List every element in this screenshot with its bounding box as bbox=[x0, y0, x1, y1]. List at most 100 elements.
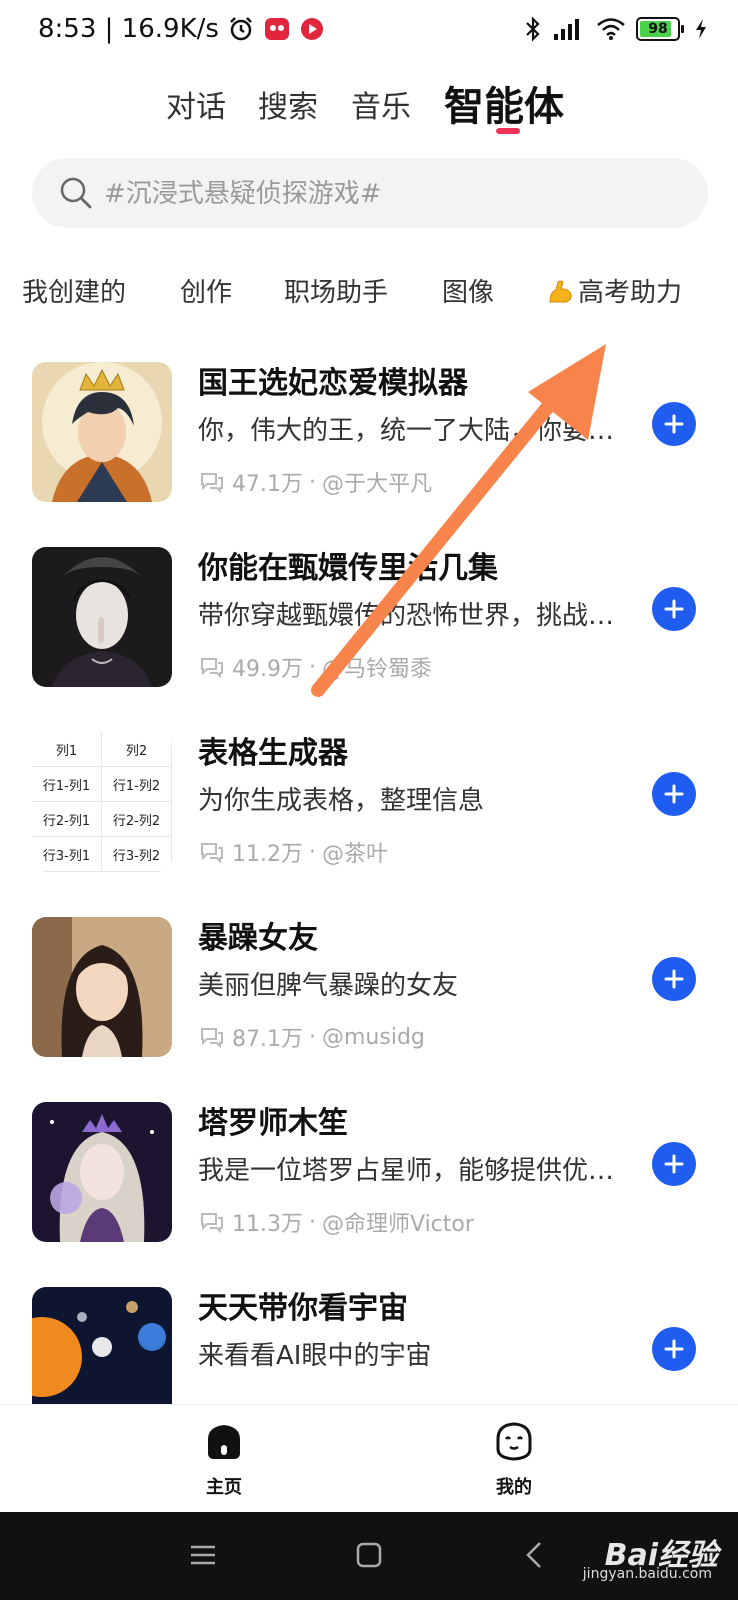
agent-title: 暴躁女友 bbox=[198, 921, 318, 956]
charging-icon bbox=[696, 19, 706, 39]
add-agent-button[interactable] bbox=[652, 1142, 696, 1186]
plus-icon bbox=[664, 784, 684, 804]
category-gaokao[interactable]: 高考助力 bbox=[546, 272, 682, 309]
home-icon bbox=[208, 1425, 240, 1459]
bottom-nav: 主页 我的 bbox=[0, 1404, 738, 1513]
chat-bubble-icon bbox=[201, 843, 223, 864]
table-thumbnail: 列1 列2 行1-列1 行1-列2 行2-列1 行2-列2 行3-列1 行3-列… bbox=[32, 732, 172, 872]
agent-author: @命理师Victor bbox=[322, 1212, 474, 1237]
tab-agents[interactable]: 智能体 bbox=[444, 74, 564, 132]
chat-bubble-icon bbox=[201, 658, 223, 679]
nav-mine-label: 我的 bbox=[496, 1477, 532, 1498]
add-agent-button[interactable] bbox=[652, 402, 696, 446]
agent-author: @musidg bbox=[322, 1024, 425, 1050]
agent-description: 美丽但脾气暴躁的女友 bbox=[198, 971, 459, 1001]
agent-avatar bbox=[32, 1102, 172, 1242]
status-bar: 8:53 | 16.9K/s 98 bbox=[0, 0, 738, 64]
chat-bubble-icon bbox=[201, 1028, 223, 1049]
agent-item-universe[interactable]: 天天带你看宇宙 来看看AI眼中的宇宙 bbox=[0, 1275, 738, 1404]
agent-avatar bbox=[32, 917, 172, 1057]
agent-title: 表格生成器 bbox=[198, 736, 348, 771]
profile-face-icon bbox=[496, 1422, 532, 1461]
status-right: 98 bbox=[524, 16, 708, 42]
back-chevron-icon[interactable] bbox=[520, 1540, 550, 1570]
table-cell: 行1-列2 bbox=[102, 767, 172, 802]
system-nav-bar: Bai经验 jingyan.baidu.com bbox=[0, 1512, 738, 1600]
usage-count: 47.1万 bbox=[232, 472, 303, 497]
agent-item-grumpy-girlfriend[interactable]: 暴躁女友 美丽但脾气暴躁的女友 87.1万 · @musidg bbox=[0, 905, 738, 1075]
agent-description: 来看看AI眼中的宇宙 bbox=[198, 1341, 432, 1371]
status-time-speed: 8:53 | 16.9K/s bbox=[38, 14, 219, 44]
agent-meta: 11.2万 · @茶叶 bbox=[198, 836, 388, 868]
usage-count: 87.1万 bbox=[232, 1027, 303, 1052]
agent-meta: 11.3万 · @命理师Victor bbox=[198, 1206, 474, 1238]
usage-count: 11.2万 bbox=[232, 842, 303, 867]
bluetooth-icon bbox=[526, 16, 540, 42]
search-icon bbox=[60, 177, 92, 209]
alarm-icon bbox=[230, 17, 252, 41]
top-tabs: 对话 搜索 音乐 智能体 bbox=[0, 72, 738, 142]
search-bar[interactable] bbox=[32, 158, 708, 230]
category-tabs: 我创建的 创作 职场助手 图像 高考助力 bbox=[0, 266, 738, 316]
agent-item-king-romance[interactable]: 国王选妃恋爱模拟器 你，伟大的王，统一了大陆，你要选出你的王妃… 47.1万 ·… bbox=[0, 350, 738, 520]
flexed-biceps-icon bbox=[549, 280, 572, 303]
add-agent-button[interactable] bbox=[652, 957, 696, 1001]
agent-title: 你能在甄嬛传里活几集 bbox=[198, 551, 498, 586]
plus-icon bbox=[664, 599, 684, 619]
agent-item-table-generator[interactable]: 列1 列2 行1-列1 行1-列2 行2-列1 行2-列2 行3-列1 行3-列… bbox=[0, 720, 738, 890]
video-app-icon bbox=[300, 18, 323, 40]
table-cell: 行2-列2 bbox=[102, 802, 172, 837]
add-agent-button[interactable] bbox=[652, 587, 696, 631]
agent-list: 国王选妃恋爱模拟器 你，伟大的王，统一了大陆，你要选出你的王妃… 47.1万 ·… bbox=[0, 350, 738, 1404]
nav-mine[interactable]: 我的 bbox=[454, 1419, 574, 1499]
agent-author: @于大平凡 bbox=[322, 472, 433, 497]
table-cell: 列2 bbox=[102, 732, 172, 767]
agent-description: 我是一位塔罗占星师，能够提供优质的塔罗解读 bbox=[198, 1156, 640, 1186]
tab-music[interactable]: 音乐 bbox=[351, 82, 411, 126]
agent-meta: 87.1万 · @musidg bbox=[198, 1021, 425, 1053]
add-agent-button[interactable] bbox=[652, 1327, 696, 1371]
agent-meta: 47.1万 · @于大平凡 bbox=[198, 466, 432, 498]
table-cell: 行3-列1 bbox=[32, 837, 102, 872]
agent-item-zhenhuan[interactable]: 你能在甄嬛传里活几集 带你穿越甄嬛传的恐怖世界，挑战生存极限 49.9万 · @… bbox=[0, 535, 738, 705]
table-cell: 行3-列2 bbox=[102, 837, 172, 872]
agent-description: 你，伟大的王，统一了大陆，你要选出你的王妃… bbox=[198, 416, 640, 446]
category-creation[interactable]: 创作 bbox=[180, 272, 232, 309]
agent-item-tarot-reader[interactable]: 塔罗师木笙 我是一位塔罗占星师，能够提供优质的塔罗解读 11.3万 · @命理师… bbox=[0, 1090, 738, 1260]
chat-bubble-icon bbox=[201, 1213, 223, 1234]
agent-description: 带你穿越甄嬛传的恐怖世界，挑战生存极限 bbox=[198, 601, 640, 631]
home-square-icon[interactable] bbox=[354, 1540, 384, 1570]
plus-icon bbox=[664, 1154, 684, 1174]
agent-avatar bbox=[32, 547, 172, 687]
tab-chat[interactable]: 对话 bbox=[166, 82, 226, 126]
app-notification-icon bbox=[264, 18, 289, 40]
category-gaokao-label: 高考助力 bbox=[578, 278, 683, 308]
nav-home-label: 主页 bbox=[206, 1477, 242, 1498]
table-cell: 行1-列1 bbox=[32, 767, 102, 802]
battery-indicator: 98 bbox=[636, 17, 684, 41]
status-left: 8:53 | 16.9K/s bbox=[38, 14, 325, 44]
nav-home[interactable]: 主页 bbox=[164, 1419, 284, 1499]
agent-author: @茶叶 bbox=[322, 842, 389, 867]
add-agent-button[interactable] bbox=[652, 772, 696, 816]
signal-icon bbox=[554, 19, 579, 40]
plus-icon bbox=[664, 1339, 684, 1359]
usage-count: 11.3万 bbox=[232, 1212, 303, 1237]
category-workplace[interactable]: 职场助手 bbox=[284, 272, 388, 309]
table-cell: 行2-列1 bbox=[32, 802, 102, 837]
agent-avatar bbox=[32, 1287, 172, 1404]
plus-icon bbox=[664, 414, 684, 434]
agent-meta: 49.9万 · @马铃蜀黍 bbox=[198, 651, 432, 683]
wifi-icon bbox=[597, 18, 625, 40]
menu-icon[interactable] bbox=[188, 1540, 218, 1570]
agent-title: 天天带你看宇宙 bbox=[198, 1291, 408, 1326]
active-tab-indicator bbox=[496, 128, 520, 134]
agent-title: 国王选妃恋爱模拟器 bbox=[198, 366, 468, 401]
category-my-created[interactable]: 我创建的 bbox=[22, 272, 126, 309]
battery-level: 98 bbox=[648, 21, 668, 37]
tab-search[interactable]: 搜索 bbox=[258, 82, 318, 126]
search-input[interactable] bbox=[102, 158, 686, 230]
plus-icon bbox=[664, 969, 684, 989]
agent-description: 为你生成表格，整理信息 bbox=[198, 786, 485, 816]
category-image[interactable]: 图像 bbox=[442, 272, 494, 309]
